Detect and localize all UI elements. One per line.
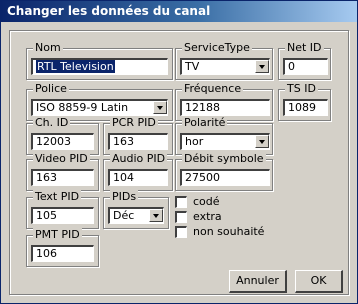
- pmt-pid-label: PMT PID: [33, 228, 82, 241]
- debit-symbole-label: Débit symbole: [182, 152, 266, 165]
- net-id-label: Net ID: [285, 41, 324, 54]
- window-title: Changer les données du canal: [7, 4, 211, 18]
- pcr-pid-group: PCR PID 163: [103, 116, 173, 155]
- polarite-label: Polarité: [182, 116, 228, 129]
- pmt-pid-input[interactable]: 106: [31, 245, 94, 262]
- ok-button[interactable]: OK: [295, 270, 343, 293]
- nom-group: Nom RTL Television: [26, 41, 173, 80]
- pids-group: PIDs Déc: [103, 190, 169, 229]
- frequence-value: 12188: [185, 101, 220, 114]
- debit-symbole-value: 27500: [185, 171, 220, 184]
- text-pid-value: 105: [36, 209, 57, 222]
- pmt-pid-value: 106: [36, 247, 57, 260]
- frequence-input[interactable]: 12188: [180, 99, 270, 116]
- pids-dropdown-button[interactable]: [149, 209, 163, 222]
- pcr-pid-label: PCR PID: [110, 116, 158, 129]
- ts-id-value: 1089: [288, 101, 316, 114]
- service-type-label: ServiceType: [182, 41, 252, 54]
- ch-id-input[interactable]: 12003: [31, 133, 94, 150]
- polarite-select[interactable]: hor: [180, 133, 270, 150]
- checkbox-code-label: codé: [193, 195, 220, 208]
- text-pid-label: Text PID: [33, 190, 82, 203]
- video-pid-input[interactable]: 163: [31, 169, 94, 186]
- checkbox-extra-label: extra: [193, 210, 222, 223]
- ch-id-group: Ch. ID 12003: [26, 116, 99, 155]
- checkbox-non-souhaite-label: non souhaité: [193, 225, 265, 238]
- police-dropdown-button[interactable]: [153, 101, 167, 114]
- polarite-group: Polarité hor: [175, 116, 273, 155]
- ch-id-value: 12003: [36, 135, 71, 148]
- net-id-value: 0: [288, 60, 295, 73]
- net-id-group: Net ID 0: [278, 41, 331, 80]
- checkbox-non-souhaite-box[interactable]: [175, 226, 187, 238]
- chevron-down-icon: [153, 214, 159, 218]
- video-pid-group: Video PID 163: [26, 152, 99, 191]
- checkbox-extra-box[interactable]: [175, 211, 187, 223]
- audio-pid-value: 104: [113, 171, 134, 184]
- text-pid-group: Text PID 105: [26, 190, 99, 229]
- ts-id-input[interactable]: 1089: [283, 99, 328, 116]
- pids-label: PIDs: [110, 190, 139, 203]
- chevron-down-icon: [259, 140, 265, 144]
- chevron-down-icon: [157, 106, 163, 110]
- pids-value: Déc: [113, 209, 135, 222]
- service-type-dropdown-button[interactable]: [255, 60, 269, 73]
- title-bar[interactable]: Changer les données du canal: [1, 1, 357, 22]
- audio-pid-label: Audio PID: [110, 152, 168, 165]
- service-type-group: ServiceType TV: [175, 41, 273, 80]
- nom-value: RTL Television: [36, 60, 115, 73]
- debit-symbole-input[interactable]: 27500: [180, 169, 270, 186]
- service-type-value: TV: [185, 60, 200, 73]
- text-pid-input[interactable]: 105: [31, 207, 94, 224]
- cancel-button[interactable]: Annuler: [229, 270, 287, 293]
- police-select[interactable]: ISO 8859-9 Latin: [31, 99, 168, 116]
- dialog-window: Changer les données du canal Nom RTL Tel…: [0, 0, 358, 304]
- audio-pid-group: Audio PID 104: [103, 152, 173, 191]
- audio-pid-input[interactable]: 104: [108, 169, 168, 186]
- polarite-value: hor: [185, 135, 204, 148]
- service-type-select[interactable]: TV: [180, 58, 270, 75]
- net-id-input[interactable]: 0: [283, 58, 328, 75]
- polarite-dropdown-button[interactable]: [255, 135, 269, 148]
- nom-input[interactable]: RTL Television: [31, 58, 168, 75]
- pcr-pid-value: 163: [113, 135, 134, 148]
- ts-id-group: TS ID 1089: [278, 82, 331, 121]
- pids-select[interactable]: Déc: [108, 207, 164, 224]
- ts-id-label: TS ID: [285, 82, 318, 95]
- chevron-down-icon: [259, 65, 265, 69]
- checkbox-code-box[interactable]: [175, 196, 187, 208]
- video-pid-value: 163: [36, 171, 57, 184]
- police-value: ISO 8859-9 Latin: [36, 101, 129, 114]
- ch-id-label: Ch. ID: [33, 116, 71, 129]
- frequence-label: Fréquence: [182, 82, 244, 95]
- pcr-pid-input[interactable]: 163: [108, 133, 168, 150]
- nom-label: Nom: [33, 41, 63, 54]
- debit-symbole-group: Débit symbole 27500: [175, 152, 273, 191]
- video-pid-label: Video PID: [33, 152, 90, 165]
- pmt-pid-group: PMT PID 106: [26, 228, 99, 267]
- police-label: Police: [33, 82, 69, 95]
